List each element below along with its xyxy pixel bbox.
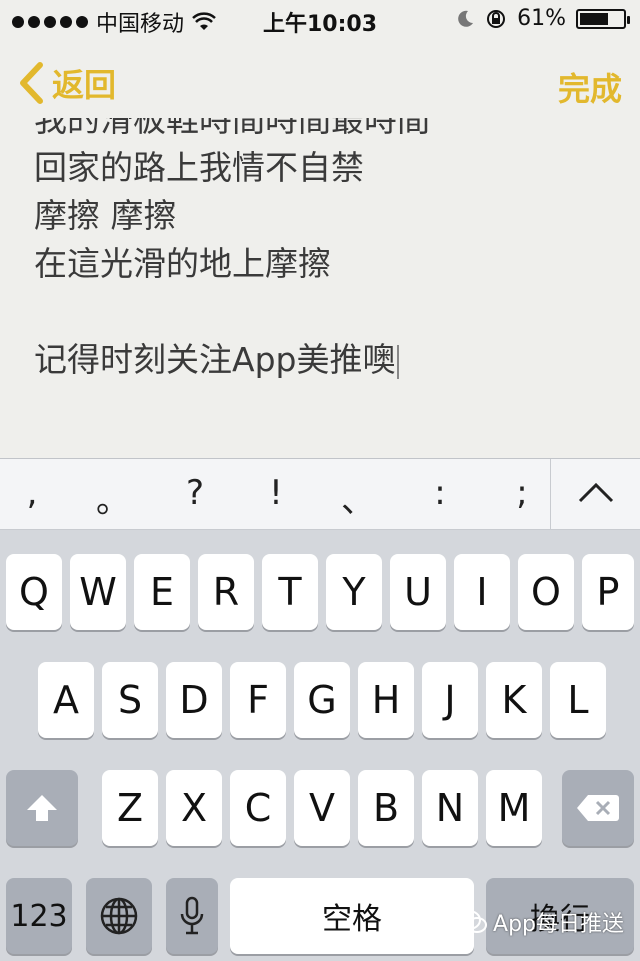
watermark: App每日推送 [457, 906, 624, 938]
space-key[interactable]: 空格 [230, 878, 474, 954]
status-bar: 中国移动 上午10:03 61% [0, 0, 640, 40]
punct-key[interactable]: 。 [93, 473, 133, 522]
punct-key[interactable]: ? [175, 473, 215, 513]
key-d[interactable]: D [166, 662, 222, 738]
note-line-last: 记得时刻关注App美推噢 [34, 336, 614, 384]
key-e[interactable]: E [134, 554, 190, 630]
backspace-icon [577, 795, 619, 821]
note-blank-line [34, 288, 614, 336]
key-l[interactable]: L [550, 662, 606, 738]
watermark-text: App每日推送 [493, 912, 624, 937]
moon-icon [458, 10, 474, 27]
note-text-area[interactable]: 我的滑板鞋時間時間最時間 回家的路上我情不自禁 摩擦 摩擦 在這光滑的地上摩擦 … [34, 118, 614, 448]
key-h[interactable]: H [358, 662, 414, 738]
key-k[interactable]: K [486, 662, 542, 738]
battery-percent: 61% [517, 6, 566, 31]
key-f[interactable]: F [230, 662, 286, 738]
key-b[interactable]: B [358, 770, 414, 846]
key-m[interactable]: M [486, 770, 542, 846]
key-u[interactable]: U [390, 554, 446, 630]
key-w[interactable]: W [70, 554, 126, 630]
key-g[interactable]: G [294, 662, 350, 738]
key-r[interactable]: R [198, 554, 254, 630]
shift-arrow-icon [27, 795, 57, 821]
chevron-left-icon [20, 62, 43, 104]
punct-key[interactable]: : [420, 473, 460, 513]
numbers-key[interactable]: 123 [6, 878, 72, 954]
microphone-key[interactable] [166, 878, 218, 954]
note-last-text: 记得时刻关注App美推噢 [34, 340, 396, 379]
punct-key[interactable]: 、 [338, 473, 378, 522]
key-a[interactable]: A [38, 662, 94, 738]
note-line: 在這光滑的地上摩擦 [34, 244, 331, 283]
key-t[interactable]: T [262, 554, 318, 630]
delete-key[interactable] [562, 770, 634, 846]
key-p[interactable]: P [582, 554, 634, 630]
note-line-partial: 我的滑板鞋時間時間最時間 [34, 118, 430, 139]
punct-key[interactable]: , [12, 473, 52, 513]
key-z[interactable]: Z [102, 770, 158, 846]
nav-bar: 返回 完成 [0, 52, 640, 116]
key-y[interactable]: Y [326, 554, 382, 630]
key-j[interactable]: J [422, 662, 478, 738]
divider [550, 459, 551, 529]
punct-key[interactable]: ! [256, 473, 296, 513]
punctuation-bar: , 。 ? ! 、 : ; [0, 459, 640, 530]
note-line: 摩擦 摩擦 [34, 196, 177, 235]
key-v[interactable]: V [294, 770, 350, 846]
key-n[interactable]: N [422, 770, 478, 846]
key-s[interactable]: S [102, 662, 158, 738]
chevron-up-icon[interactable] [576, 481, 616, 505]
rotation-lock-icon [487, 9, 506, 28]
key-q[interactable]: Q [6, 554, 62, 630]
back-button[interactable]: 返回 [18, 60, 116, 106]
microphone-icon [180, 896, 204, 935]
battery-icon [576, 8, 630, 29]
globe-icon [100, 897, 138, 935]
wechat-icon [457, 910, 488, 933]
punct-key[interactable]: ; [502, 473, 542, 513]
globe-key[interactable] [86, 878, 152, 954]
status-right: 61% [455, 6, 630, 31]
keyboard: , 。 ? ! 、 : ; Q W E R T Y U I O P A S D … [0, 458, 640, 961]
key-i[interactable]: I [454, 554, 510, 630]
done-button[interactable]: 完成 [558, 64, 622, 110]
key-c[interactable]: C [230, 770, 286, 846]
key-o[interactable]: O [518, 554, 574, 630]
text-cursor [397, 344, 400, 379]
key-x[interactable]: X [166, 770, 222, 846]
back-label: 返回 [52, 66, 117, 104]
shift-key[interactable] [6, 770, 78, 846]
note-line: 回家的路上我情不自禁 [34, 148, 364, 187]
